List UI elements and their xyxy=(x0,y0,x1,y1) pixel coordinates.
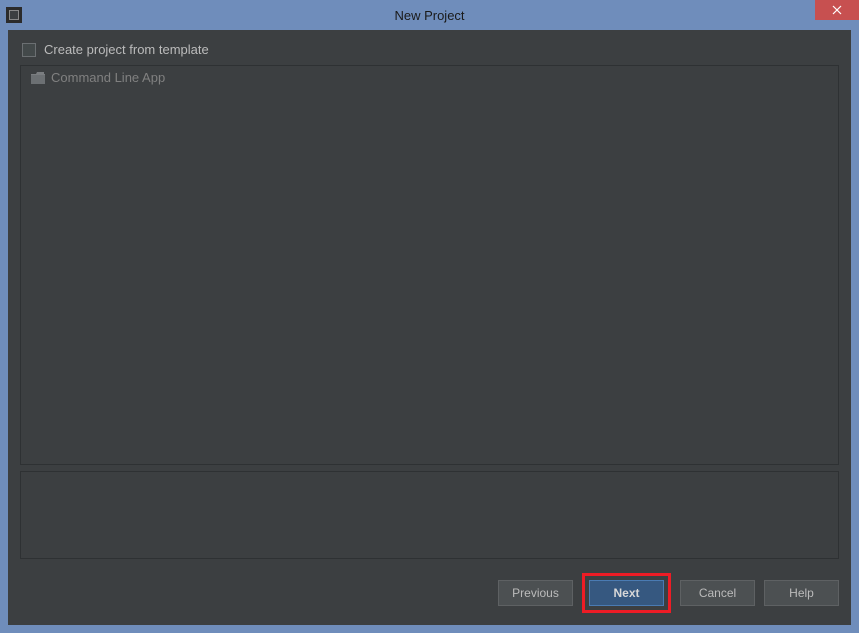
app-icon xyxy=(6,7,22,23)
list-item[interactable]: Command Line App xyxy=(21,66,838,89)
close-icon xyxy=(832,5,842,15)
description-panel xyxy=(20,471,839,559)
cancel-button[interactable]: Cancel xyxy=(680,580,755,606)
window-title: New Project xyxy=(394,8,464,23)
template-item-label: Command Line App xyxy=(51,70,165,85)
close-button[interactable] xyxy=(815,0,859,20)
folder-icon xyxy=(31,72,45,84)
dialog-body: Create project from template Command Lin… xyxy=(8,30,851,625)
create-from-template-label: Create project from template xyxy=(44,42,209,57)
previous-button[interactable]: Previous xyxy=(498,580,573,606)
titlebar: New Project xyxy=(0,0,859,30)
button-row: Previous Next Cancel Help xyxy=(20,573,839,613)
next-button[interactable]: Next xyxy=(589,580,664,606)
template-list-panel: Command Line App xyxy=(20,65,839,465)
help-button[interactable]: Help xyxy=(764,580,839,606)
create-from-template-checkbox[interactable] xyxy=(22,43,36,57)
next-button-highlight: Next xyxy=(582,573,671,613)
template-checkbox-row: Create project from template xyxy=(20,40,839,65)
